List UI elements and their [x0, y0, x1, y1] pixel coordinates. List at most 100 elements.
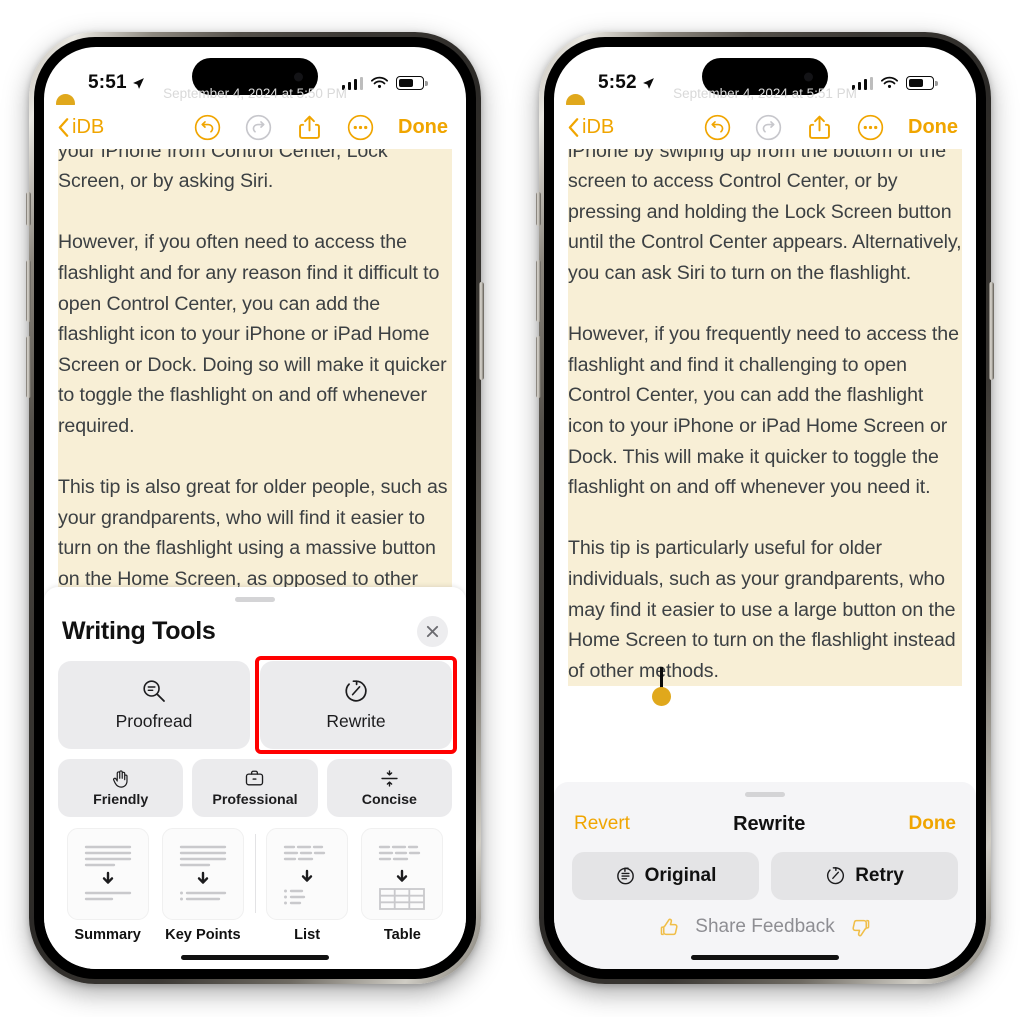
close-button[interactable] — [417, 615, 448, 647]
waving-hand-icon — [113, 769, 128, 788]
format-key-points-button[interactable]: Key Points — [155, 827, 250, 943]
format-key-points-label: Key Points — [165, 926, 241, 943]
original-doc-icon — [616, 867, 634, 885]
note-body: September 4, 2024 at 5:51 PM You can eas… — [554, 83, 976, 707]
note-paragraph: However, if you frequently need to acces… — [568, 319, 962, 503]
format-list-label: List — [294, 926, 321, 943]
phone-screen-right: 5:52 September 4, 2024 at 5:51 PM iPhone… — [554, 47, 976, 969]
proofread-button[interactable]: Proofread — [58, 660, 250, 749]
note-paragraph-gap — [568, 502, 962, 534]
thumbs-up-icon[interactable] — [658, 916, 681, 939]
writing-tools-format-row: Summary Key Points List Table — [58, 827, 452, 943]
more-ellipsis-icon[interactable] — [347, 114, 374, 141]
note-body: September 4, 2024 at 5:50 PM You can eas… — [44, 83, 466, 646]
tone-friendly-button[interactable]: Friendly — [58, 758, 184, 817]
proofread-magnifier-icon — [143, 679, 165, 702]
original-button[interactable]: Original — [572, 851, 759, 900]
phone-bezel: 5:51 September 4, 2024 at 5:50 PM your i… — [34, 37, 476, 979]
volume-down-button[interactable] — [26, 336, 31, 398]
sheet-grabber[interactable] — [745, 791, 785, 797]
sheet-grabber[interactable] — [235, 596, 275, 602]
sheet-header: Writing Tools — [58, 612, 452, 661]
sheet-title: Writing Tools — [62, 616, 216, 645]
tone-concise-label: Concise — [361, 791, 417, 808]
compress-icon — [381, 769, 398, 787]
rewrite-button[interactable]: Rewrite — [255, 655, 457, 754]
volume-up-button[interactable] — [536, 260, 541, 322]
front-camera-icon — [804, 72, 813, 81]
briefcase-icon — [246, 770, 264, 785]
summary-doc-icon — [84, 845, 131, 900]
back-button-label: iDB — [582, 115, 615, 138]
rewrite-panel-header: Revert Rewrite Done — [572, 807, 958, 852]
share-feedback-label[interactable]: Share Feedback — [695, 916, 834, 938]
redo-icon[interactable] — [755, 114, 782, 141]
format-table-label: Table — [383, 926, 421, 943]
back-button[interactable]: iDB — [58, 116, 104, 139]
writing-tools-sheet: Writing Tools Proofread Rewrite Friendly… — [44, 586, 466, 969]
action-button[interactable] — [536, 192, 541, 226]
rewrite-actions: Original Retry — [572, 851, 958, 900]
rewrite-label: Rewrite — [326, 710, 386, 731]
close-icon — [426, 625, 439, 637]
undo-icon[interactable] — [194, 114, 221, 141]
iphone-left: 5:51 September 4, 2024 at 5:50 PM your i… — [26, 32, 484, 984]
phone-screen-left: 5:51 September 4, 2024 at 5:50 PM your i… — [44, 47, 466, 969]
back-button[interactable]: iDB — [568, 116, 614, 139]
home-indicator[interactable] — [181, 954, 329, 960]
rewrite-highlight-ring — [255, 655, 457, 754]
format-summary-button[interactable]: Summary — [60, 827, 155, 943]
share-feedback-row: Share Feedback — [572, 916, 958, 943]
power-button[interactable] — [479, 282, 484, 380]
back-button-label: iDB — [72, 115, 105, 138]
revert-button[interactable]: Revert — [574, 813, 630, 835]
nav-tools — [704, 114, 884, 141]
thumbs-down-icon[interactable] — [849, 916, 872, 939]
chevron-left-icon — [58, 117, 69, 137]
home-indicator[interactable] — [691, 954, 839, 960]
navigation-bar: iDB Done — [554, 105, 976, 149]
power-button[interactable] — [989, 282, 994, 380]
retry-label: Retry — [855, 864, 904, 886]
table-thumb — [361, 827, 444, 920]
done-button[interactable]: Done — [908, 116, 958, 139]
share-icon[interactable] — [296, 114, 323, 141]
format-table-button[interactable]: Table — [355, 827, 450, 943]
note-paragraph: However, if you often need to access the… — [58, 227, 452, 442]
proofread-label: Proofread — [115, 710, 193, 731]
iphone-right: 5:52 September 4, 2024 at 5:51 PM iPhone… — [536, 32, 994, 984]
share-icon[interactable] — [806, 114, 833, 141]
volume-down-button[interactable] — [536, 336, 541, 398]
nav-tools — [194, 114, 374, 141]
tone-concise-button[interactable]: Concise — [326, 758, 452, 817]
table-doc-icon — [379, 845, 426, 910]
retry-button[interactable]: Retry — [771, 851, 958, 900]
list-thumb — [266, 827, 349, 920]
note-date: September 4, 2024 at 5:51 PM — [673, 86, 857, 101]
done-button[interactable]: Done — [398, 116, 448, 139]
rewrite-done-button[interactable]: Done — [909, 813, 957, 835]
list-doc-icon — [283, 845, 326, 904]
volume-up-button[interactable] — [26, 260, 31, 322]
format-summary-label: Summary — [74, 926, 141, 943]
note-text-selected[interactable]: You can easily switch on the flashlight … — [56, 94, 452, 646]
tone-professional-button[interactable]: Professional — [192, 758, 318, 817]
format-list-button[interactable]: List — [260, 827, 355, 943]
note-paragraph: This tip is particularly useful for olde… — [568, 533, 962, 687]
writing-tools-tone-row: Friendly Professional Concise — [58, 758, 452, 817]
more-ellipsis-icon[interactable] — [857, 114, 884, 141]
undo-icon[interactable] — [704, 114, 731, 141]
note-text-selected[interactable]: You can easily turn on the flashlight on… — [566, 94, 962, 707]
key-points-thumb — [161, 827, 244, 920]
redo-icon[interactable] — [245, 114, 272, 141]
selection-handle-end[interactable] — [652, 667, 671, 707]
screenshot-stage: 5:51 September 4, 2024 at 5:50 PM your i… — [0, 0, 1024, 1017]
front-camera-icon — [294, 72, 303, 81]
writing-tools-primary-row: Proofread Rewrite — [58, 655, 457, 754]
tone-professional-label: Professional — [212, 791, 298, 808]
note-paragraph-gap — [58, 196, 452, 228]
format-divider — [254, 833, 256, 913]
action-button[interactable] — [26, 192, 31, 226]
phone-bezel: 5:52 September 4, 2024 at 5:51 PM iPhone… — [544, 37, 986, 979]
key-points-doc-icon — [179, 845, 227, 900]
